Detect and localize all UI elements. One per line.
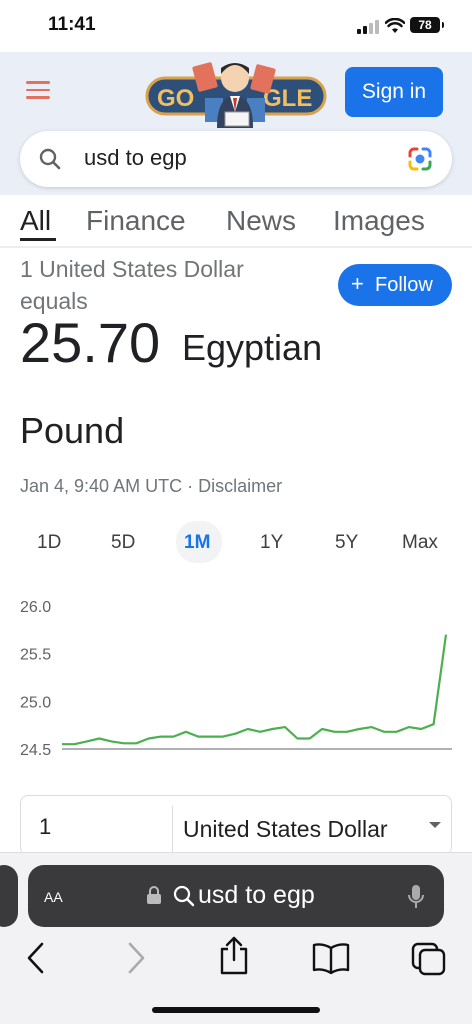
microphone-icon[interactable] <box>406 883 426 911</box>
hamburger-menu-icon[interactable] <box>26 81 50 99</box>
range-1d[interactable]: 1D <box>37 532 61 554</box>
series-line <box>62 634 448 746</box>
doodle-letters-left: GO <box>157 85 194 112</box>
target-currency-line2: Pound <box>20 410 125 451</box>
exchange-rate-chart[interactable]: 26.0 25.5 25.0 24.5 <box>0 590 472 765</box>
search-icon <box>39 148 61 170</box>
home-indicator <box>152 1007 320 1013</box>
tab-images[interactable]: Images <box>333 205 425 237</box>
timestamp-text: Jan 4, 9:40 AM UTC · <box>20 476 199 496</box>
bookmarks-icon[interactable] <box>311 941 351 975</box>
cellular-signal-icon <box>357 20 379 34</box>
url-text[interactable]: usd to egp <box>198 881 315 910</box>
rate-timestamp: Jan 4, 9:40 AM UTC · Disclaimer <box>20 476 282 497</box>
range-1y[interactable]: 1Y <box>260 532 283 554</box>
search-tabs: All Finance News Images <box>0 195 472 247</box>
tabs-icon[interactable] <box>410 941 448 977</box>
safari-toolbar: AA usd to egp <box>0 852 472 1024</box>
address-bar[interactable]: AA usd to egp <box>28 865 444 927</box>
previous-tab-preview[interactable] <box>0 865 18 927</box>
range-max[interactable]: Max <box>402 532 438 554</box>
range-5d[interactable]: 5D <box>111 532 135 554</box>
status-time: 11:41 <box>48 14 96 35</box>
battery-icon: 78 <box>410 17 444 33</box>
status-bar: 11:41 78 <box>0 0 472 52</box>
currency-select[interactable]: United States Dollar <box>183 816 388 843</box>
search-icon <box>173 885 195 907</box>
amount-input[interactable]: 1 <box>39 814 51 840</box>
back-icon[interactable] <box>24 941 48 975</box>
follow-button[interactable]: + Follow <box>338 264 452 306</box>
tab-news[interactable]: News <box>226 205 296 237</box>
text-size-button[interactable]: AA <box>44 885 63 908</box>
tab-finance[interactable]: Finance <box>86 205 186 237</box>
lock-icon <box>147 886 161 904</box>
y-tick-label: 25.5 <box>20 647 51 664</box>
aa-label: AA <box>44 889 63 905</box>
range-5y[interactable]: 5Y <box>335 532 358 554</box>
y-tick-label: 26.0 <box>20 599 51 616</box>
wifi-icon <box>385 18 405 33</box>
y-tick-label: 25.0 <box>20 694 51 711</box>
search-input[interactable]: usd to egp <box>84 145 187 171</box>
disclaimer-link[interactable]: Disclaimer <box>198 476 282 496</box>
exchange-rate-value: 25.70 <box>20 311 161 374</box>
converter-divider <box>172 806 173 856</box>
google-doodle[interactable]: GO GLE <box>145 56 327 130</box>
active-tab-indicator <box>20 238 56 241</box>
conversion-source: 1 United States Dollar <box>20 256 244 282</box>
google-lens-icon[interactable] <box>406 145 434 173</box>
y-tick-label: 24.5 <box>20 742 51 759</box>
follow-label: Follow <box>375 274 433 296</box>
sign-in-button[interactable]: Sign in <box>345 67 443 117</box>
dropdown-arrow-icon[interactable] <box>429 822 441 828</box>
plus-icon: + <box>351 271 364 296</box>
range-1m[interactable]: 1M <box>184 532 210 554</box>
forward-icon[interactable] <box>124 941 148 975</box>
search-box[interactable]: usd to egp <box>20 131 452 187</box>
target-currency-line1: Egyptian <box>182 327 323 368</box>
currency-converter: 1 United States Dollar <box>20 795 452 856</box>
tab-all[interactable]: All <box>20 205 51 237</box>
share-icon[interactable] <box>217 935 251 975</box>
